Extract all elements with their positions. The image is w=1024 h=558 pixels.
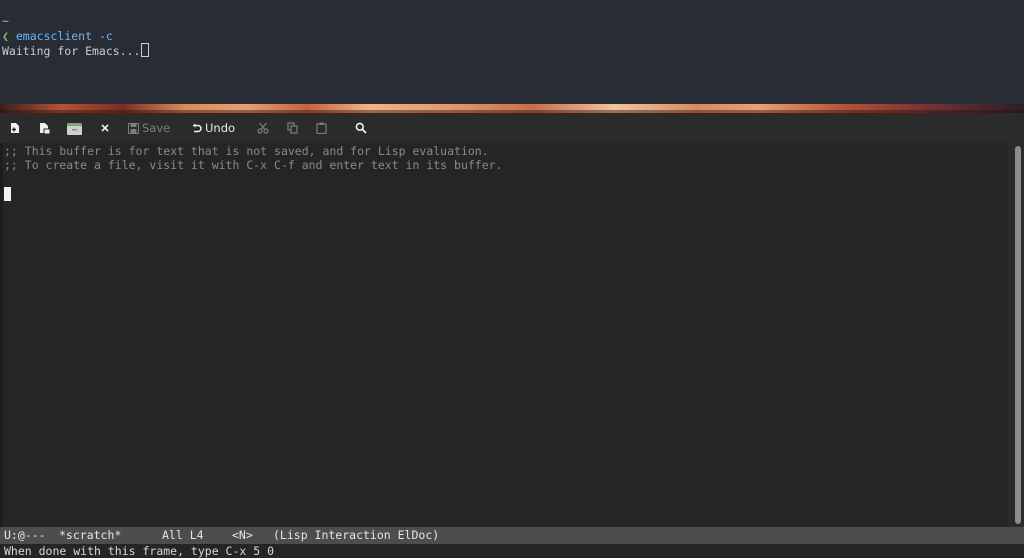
buffer-position: All L4 — [162, 528, 204, 542]
left-fringe — [0, 143, 3, 527]
close-buffer-button[interactable] — [100, 118, 110, 138]
folder-icon — [66, 121, 83, 136]
copy-icon — [287, 122, 298, 134]
emacs-frame: Save Undo ;; This buffer is for text tha… — [0, 113, 1024, 558]
toolbar: Save Undo — [0, 113, 1024, 143]
echo-message: When done with this frame, type C-x 5 0 — [4, 544, 275, 558]
save-label: Save — [142, 121, 171, 135]
undo-label: Undo — [205, 121, 236, 135]
terminal-command: emacsclient -c — [15, 29, 113, 43]
open-file-icon — [38, 122, 51, 135]
buffer-state: U:@--- — [4, 528, 46, 542]
search-icon — [355, 122, 367, 134]
new-file-icon — [9, 122, 21, 134]
save-icon — [128, 122, 139, 134]
cut-button[interactable] — [257, 118, 269, 138]
terminal-directory: ~ — [2, 14, 9, 28]
terminal-output-line: Waiting for Emacs... — [2, 43, 150, 58]
prompt-symbol: ❮ — [2, 29, 9, 43]
major-mode[interactable]: (Lisp Interaction ElDoc) — [273, 527, 439, 544]
terminal-cursor — [141, 43, 150, 57]
scrollbar-thumb[interactable] — [1015, 146, 1021, 524]
close-icon — [100, 123, 110, 133]
cut-icon — [257, 122, 269, 134]
paste-icon — [316, 122, 327, 134]
mode-line[interactable]: U:@--- *scratch* All L4 <N> (Lisp Intera… — [0, 527, 1024, 544]
desktop-wallpaper — [0, 104, 1024, 113]
terminal-window[interactable]: ~ ❮ emacsclient -c Waiting for Emacs... — [0, 0, 1024, 104]
undo-button[interactable]: Undo — [191, 118, 235, 138]
paste-button[interactable] — [316, 118, 327, 138]
buffer-name[interactable]: *scratch* — [59, 527, 121, 544]
vertical-scrollbar[interactable] — [1008, 143, 1024, 527]
copy-button[interactable] — [287, 118, 298, 138]
terminal-command-line: ❮ emacsclient -c — [2, 29, 113, 43]
open-file-button[interactable] — [38, 118, 51, 138]
evil-state: <N> — [232, 528, 253, 542]
new-file-button[interactable] — [9, 118, 21, 138]
save-button[interactable]: Save — [128, 118, 170, 138]
text-cursor — [4, 187, 11, 201]
scratch-buffer[interactable]: ;; This buffer is for text that is not s… — [0, 143, 1016, 527]
search-button[interactable] — [355, 118, 367, 138]
terminal-output: Waiting for Emacs... — [2, 44, 141, 58]
echo-area[interactable]: When done with this frame, type C-x 5 0 — [0, 544, 1024, 558]
open-directory-button[interactable] — [66, 118, 83, 138]
buffer-comment-line: ;; To create a file, visit it with C-x C… — [4, 158, 503, 172]
undo-icon — [191, 123, 202, 134]
buffer-comment-line: ;; This buffer is for text that is not s… — [4, 144, 489, 158]
